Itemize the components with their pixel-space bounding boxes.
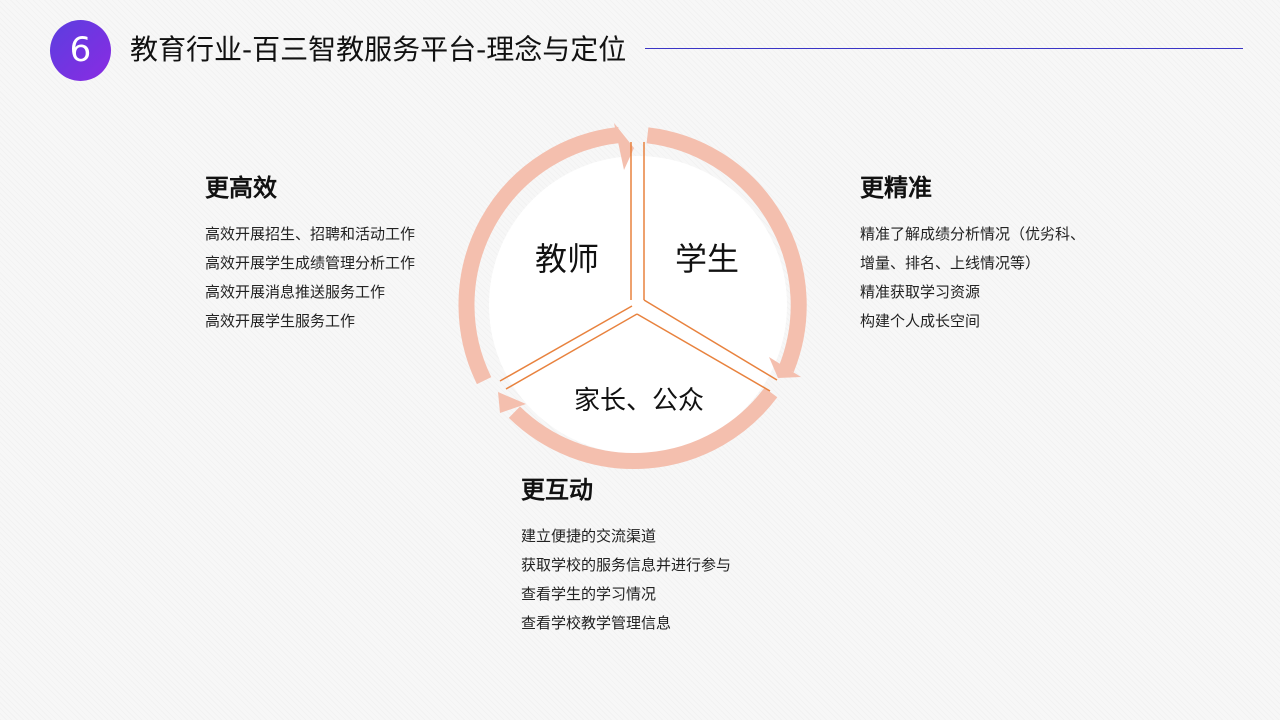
benefit-heading: 更高效 [205,174,277,202]
benefit-block-interactive: 更互动 建立便捷的交流渠道 获取学校的服务信息并进行参与 查看学生的学习情况 查… [521,474,731,638]
list-item: 增量、排名、上线情况等） [860,254,1041,272]
benefit-heading: 更互动 [521,476,593,504]
benefit-list: 精准了解成绩分析情况（优劣科、 增量、排名、上线情况等） 精准获取学习资源 构建… [860,220,1085,336]
segment-label-student: 学生 [675,240,739,278]
benefit-heading: 更精准 [860,174,932,202]
list-item: 高效开展学生服务工作 [205,312,356,330]
benefit-block-efficient: 更高效 高效开展招生、招聘和活动工作 高效开展学生成绩管理分析工作 高效开展消息… [205,172,415,336]
list-item: 查看学生的学习情况 [521,585,657,603]
segment-label-parents-public: 家长、公众 [574,386,704,416]
list-item: 高效开展消息推送服务工作 [205,283,386,301]
benefit-list: 高效开展招生、招聘和活动工作 高效开展学生成绩管理分析工作 高效开展消息推送服务… [205,220,415,336]
list-item: 建立便捷的交流渠道 [521,527,657,545]
segment-label-teacher: 教师 [535,240,599,278]
list-item: 高效开展招生、招聘和活动工作 [205,225,416,243]
list-item: 获取学校的服务信息并进行参与 [521,556,732,574]
list-item: 查看学校教学管理信息 [521,614,672,632]
benefit-block-precise: 更精准 精准了解成绩分析情况（优劣科、 增量、排名、上线情况等） 精准获取学习资… [860,172,1085,336]
list-item: 精准获取学习资源 [860,283,981,301]
list-item: 构建个人成长空间 [860,312,981,330]
benefit-list: 建立便捷的交流渠道 获取学校的服务信息并进行参与 查看学生的学习情况 查看学校教… [521,522,731,638]
list-item: 精准了解成绩分析情况（优劣科、 [860,225,1086,243]
list-item: 高效开展学生成绩管理分析工作 [205,254,416,272]
